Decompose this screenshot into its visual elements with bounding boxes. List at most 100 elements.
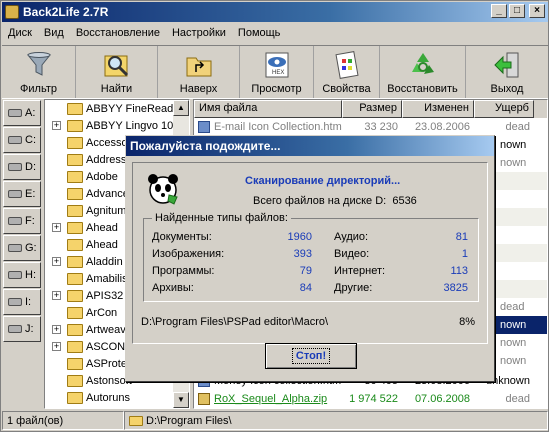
scroll-up-arrow-icon[interactable]: ▲ <box>173 100 189 116</box>
drive-f[interactable]: F: <box>3 208 41 234</box>
expand-icon[interactable]: + <box>52 223 61 232</box>
file-name: RoX_Sequel_Alpha.zip <box>214 393 328 405</box>
title-bar[interactable]: Back2Life 2.7R _ □ × <box>2 2 548 22</box>
stat-internet: Интернет: 113 <box>334 265 468 277</box>
tree-item[interactable]: + ABBYY Lingvo 10 <box>45 117 189 134</box>
tree-item-label: Address <box>86 153 127 166</box>
file-damage: dead <box>505 393 530 405</box>
funnel-icon <box>26 52 51 76</box>
exit-button[interactable]: Выход <box>466 46 548 98</box>
column-header-size[interactable]: Размер <box>342 100 402 118</box>
drive-g[interactable]: G: <box>3 235 41 261</box>
archive-icon <box>198 393 210 405</box>
folder-icon <box>67 238 83 251</box>
tree-item[interactable]: Autoruns <box>45 389 189 406</box>
drive-icon <box>8 325 22 333</box>
drive-c[interactable]: C: <box>3 127 41 153</box>
main-window: Back2Life 2.7R _ □ × Диск Вид Восстановл… <box>0 0 549 432</box>
up-label: Наверх <box>179 83 218 95</box>
stat-video: Видео: 1 <box>334 248 468 260</box>
maximize-button[interactable]: □ <box>509 4 525 18</box>
tree-item-label: Adobe <box>86 170 118 183</box>
expand-icon[interactable]: + <box>52 291 61 300</box>
progress-dialog: Пожалуйста подождите... Сканирование дир… <box>125 135 495 382</box>
up-button[interactable]: Наверх <box>158 46 240 98</box>
tree-item-label: Agnitum <box>86 204 127 217</box>
folder-icon <box>67 255 83 268</box>
close-button[interactable]: × <box>529 4 545 18</box>
scanning-status: Сканирование директорий... <box>245 175 401 187</box>
status-file-count: 1 файл(ов) <box>2 411 124 430</box>
list-background: nown nown dead nown nown nown <box>494 136 547 372</box>
properties-icon <box>334 51 359 79</box>
stat-value: 84 <box>299 282 312 294</box>
stat-label: Аудио: <box>334 231 369 243</box>
stat-label: Другие: <box>334 282 373 294</box>
file-modified: 07.06.2008 <box>414 393 470 405</box>
column-header-name[interactable]: Имя файла <box>194 100 342 118</box>
tree-item-label: Ahead <box>86 221 118 234</box>
menu-bar: Диск Вид Восстановление Настройки Помощь <box>2 23 286 42</box>
tree-item-label: Ahead <box>86 238 118 251</box>
folder-icon <box>67 306 83 319</box>
folder-icon <box>67 357 83 370</box>
view-button[interactable]: HEX Просмотр <box>240 46 314 98</box>
menu-disk[interactable]: Диск <box>2 27 38 39</box>
view-label: Просмотр <box>251 83 302 95</box>
file-modified: 23.08.2006 <box>414 121 470 133</box>
column-header-modified[interactable]: Изменен <box>402 100 474 118</box>
folder-icon <box>67 221 83 234</box>
filter-button[interactable]: Фильтр <box>2 46 76 98</box>
stop-button[interactable]: Стоп! <box>265 343 357 369</box>
total-files-value: 6536 <box>392 195 417 207</box>
file-types-group: Найденные типы файлов: Документы: 1960 Ау… <box>143 212 479 302</box>
drive-label: A: <box>25 107 36 119</box>
properties-button[interactable]: Свойства <box>314 46 380 98</box>
drive-j[interactable]: J: <box>3 316 41 342</box>
tree-item-label: APIS32 <box>86 289 124 302</box>
folder-icon <box>67 187 83 200</box>
dialog-title[interactable]: Пожалуйста подождите... <box>126 136 494 156</box>
menu-help[interactable]: Помощь <box>232 27 287 39</box>
drive-d[interactable]: D: <box>3 154 41 180</box>
tree-item-label: ArCon <box>86 306 118 319</box>
tree-item[interactable]: ABBYY FineReader <box>45 100 189 117</box>
minimize-button[interactable]: _ <box>491 4 507 18</box>
file-size: 1 974 522 <box>349 393 398 405</box>
recover-button[interactable]: Восстановить <box>380 46 466 98</box>
stat-audio: Аудио: 81 <box>334 231 468 243</box>
tree-item-label: Autoruns <box>86 391 131 404</box>
folder-icon <box>67 289 83 302</box>
expand-icon[interactable]: + <box>52 121 61 130</box>
menu-view[interactable]: Вид <box>38 27 70 39</box>
stat-value: 393 <box>293 248 312 260</box>
drive-label: I: <box>25 296 32 308</box>
file-row[interactable]: E-mail Icon Collection.htm 33 230 23.08.… <box>194 118 547 136</box>
expand-icon[interactable]: + <box>52 325 61 334</box>
stat-value: 81 <box>455 231 468 243</box>
panda-icon <box>148 174 178 205</box>
expand-icon[interactable]: + <box>52 257 61 266</box>
menu-settings[interactable]: Настройки <box>166 27 232 39</box>
folder-icon <box>67 102 83 115</box>
drive-label: G: <box>25 242 37 254</box>
find-icon <box>104 55 128 77</box>
stat-images: Изображения: 393 <box>152 248 312 260</box>
drive-i[interactable]: I: <box>3 289 41 315</box>
stat-other: Другие: 3825 <box>334 282 468 294</box>
svg-text:HEX: HEX <box>272 70 284 76</box>
drive-e[interactable]: E: <box>3 181 41 207</box>
scroll-down-arrow-icon[interactable]: ▼ <box>173 392 189 408</box>
file-row[interactable]: RoX_Sequel_Alpha.zip 1 974 522 07.06.200… <box>194 390 547 408</box>
drive-h[interactable]: H: <box>3 262 41 288</box>
expand-icon[interactable]: + <box>52 342 61 351</box>
column-header-damage[interactable]: Ущерб <box>474 100 534 118</box>
tree-item-label: ASCON <box>86 340 126 353</box>
folder-icon <box>67 170 83 183</box>
drive-label: C: <box>25 134 36 146</box>
stat-label: Программы: <box>152 265 215 277</box>
menu-recovery[interactable]: Восстановление <box>70 27 166 39</box>
drive-a[interactable]: A: <box>3 100 41 126</box>
find-button[interactable]: Найти <box>76 46 158 98</box>
file-types-group-label: Найденные типы файлов: <box>152 212 291 224</box>
